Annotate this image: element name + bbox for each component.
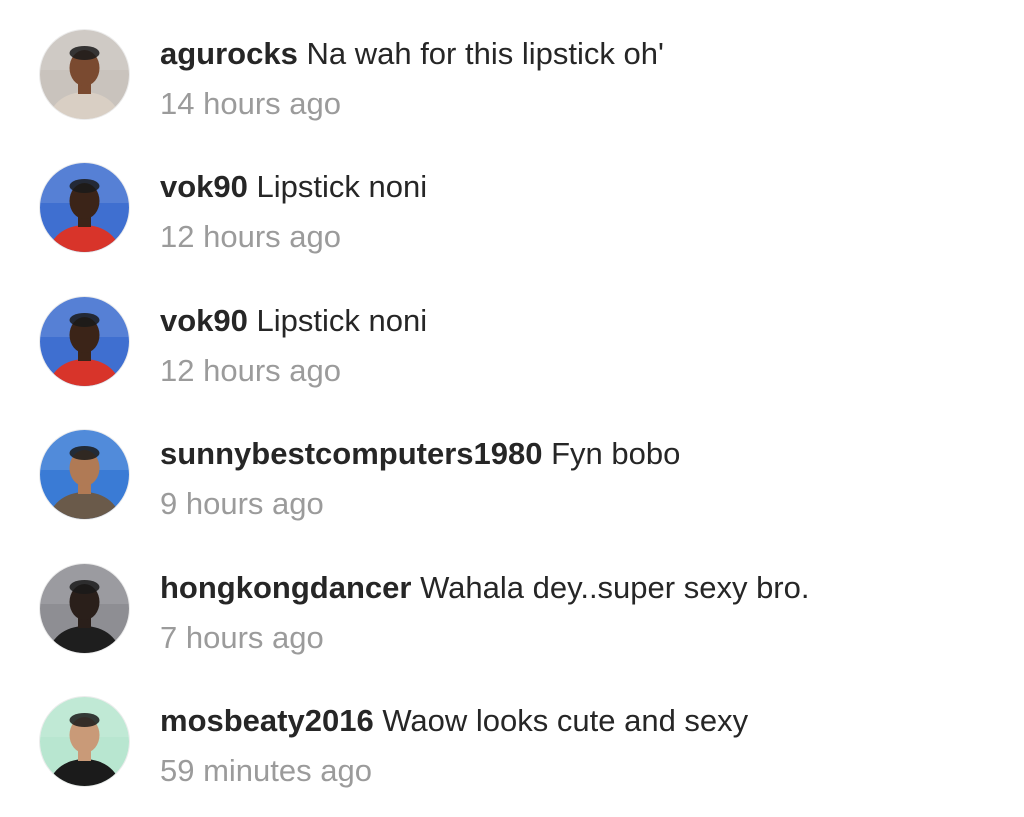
username-link[interactable]: vok90: [160, 169, 248, 204]
username-link[interactable]: vok90: [160, 303, 248, 338]
comment-timestamp: 12 hours ago: [160, 353, 341, 388]
comment-text: Wahala dey..super sexy bro.: [420, 570, 810, 605]
avatar[interactable]: [40, 697, 129, 786]
comment-line: mosbeaty2016 Waow looks cute and sexy: [160, 703, 1004, 739]
comment-item: sunnybestcomputers1980 Fyn bobo 9 hours …: [0, 430, 1024, 550]
comment-body: vok90 Lipstick noni 12 hours ago: [160, 303, 1004, 389]
comment-text: Na wah for this lipstick oh': [306, 36, 664, 71]
comment-timestamp: 7 hours ago: [160, 620, 324, 655]
comment-text: Lipstick noni: [256, 303, 428, 338]
comment-line: vok90 Lipstick noni: [160, 303, 1004, 339]
avatar[interactable]: [40, 564, 129, 653]
comment-timestamp: 14 hours ago: [160, 86, 341, 121]
avatar[interactable]: [40, 163, 129, 252]
comment-item: hongkongdancer Wahala dey..super sexy br…: [0, 564, 1024, 684]
comment-timestamp: 9 hours ago: [160, 486, 324, 521]
comment-body: agurocks Na wah for this lipstick oh' 14…: [160, 36, 1004, 122]
comment-item: mosbeaty2016 Waow looks cute and sexy 59…: [0, 697, 1024, 817]
comment-line: hongkongdancer Wahala dey..super sexy br…: [160, 570, 1004, 606]
comment-body: sunnybestcomputers1980 Fyn bobo 9 hours …: [160, 436, 1004, 522]
username-link[interactable]: hongkongdancer: [160, 570, 411, 605]
profile-photo-icon: [40, 30, 129, 119]
comment-item: vok90 Lipstick noni 12 hours ago: [0, 163, 1024, 283]
comment-item: vok90 Lipstick noni 12 hours ago: [0, 297, 1024, 417]
comment-body: vok90 Lipstick noni 12 hours ago: [160, 169, 1004, 255]
comment-timestamp: 12 hours ago: [160, 219, 341, 254]
comment-text: Fyn bobo: [551, 436, 681, 471]
profile-photo-icon: [40, 697, 129, 786]
comment-line: vok90 Lipstick noni: [160, 169, 1004, 205]
comment-item: agurocks Na wah for this lipstick oh' 14…: [0, 30, 1024, 150]
comment-text: Waow looks cute and sexy: [382, 703, 749, 738]
username-link[interactable]: sunnybestcomputers1980: [160, 436, 542, 471]
avatar[interactable]: [40, 430, 129, 519]
username-link[interactable]: mosbeaty2016: [160, 703, 374, 738]
comment-body: mosbeaty2016 Waow looks cute and sexy 59…: [160, 703, 1004, 789]
avatar[interactable]: [40, 30, 129, 119]
comment-line: sunnybestcomputers1980 Fyn bobo: [160, 436, 1004, 472]
comment-line: agurocks Na wah for this lipstick oh': [160, 36, 1004, 72]
username-link[interactable]: agurocks: [160, 36, 298, 71]
profile-photo-icon: [40, 564, 129, 653]
avatar[interactable]: [40, 297, 129, 386]
comment-timestamp: 59 minutes ago: [160, 753, 372, 788]
profile-photo-icon: [40, 297, 129, 386]
profile-photo-icon: [40, 430, 129, 519]
profile-photo-icon: [40, 163, 129, 252]
comment-text: Lipstick noni: [256, 169, 428, 204]
comment-body: hongkongdancer Wahala dey..super sexy br…: [160, 570, 1004, 656]
